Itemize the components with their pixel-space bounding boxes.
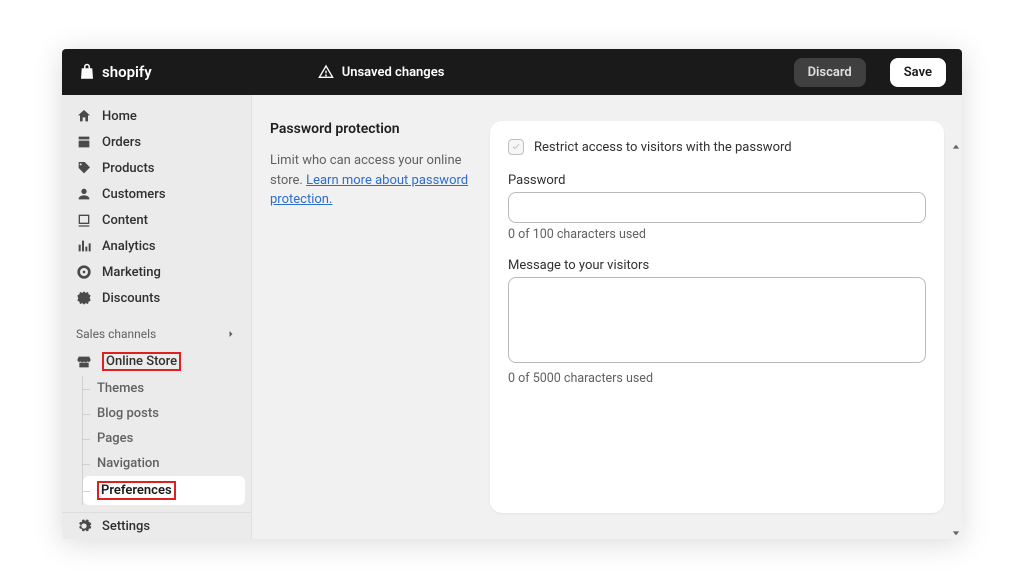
brand-name: shopify xyxy=(102,63,152,81)
section-title: Password protection xyxy=(270,121,470,137)
sidebar-item-content[interactable]: Content xyxy=(62,207,251,233)
sidebar-item-label: Marketing xyxy=(102,265,161,280)
sidebar-item-products[interactable]: Products xyxy=(62,155,251,181)
section-desc-text: Limit who can access your online store. … xyxy=(270,151,470,210)
sidebar-item-settings[interactable]: Settings xyxy=(62,513,251,539)
sub-item-preferences[interactable]: Preferences xyxy=(83,476,245,505)
sidebar-item-label: Customers xyxy=(102,187,166,202)
sub-item-blog-posts[interactable]: Blog posts xyxy=(83,401,251,426)
marketing-icon xyxy=(76,264,92,280)
sidebar-item-home[interactable]: Home xyxy=(62,103,251,129)
sub-item-navigation[interactable]: Navigation xyxy=(83,451,251,476)
analytics-icon xyxy=(76,238,92,254)
warning-icon xyxy=(318,64,334,80)
sidebar-item-online-store[interactable]: Online Store xyxy=(62,347,251,376)
message-char-counter: 0 of 5000 characters used xyxy=(508,371,926,386)
section-label: Sales channels xyxy=(76,327,156,341)
sidebar-item-label: Content xyxy=(102,213,148,228)
sub-item-themes[interactable]: Themes xyxy=(83,376,251,401)
chevron-right-icon xyxy=(225,328,237,340)
password-char-counter: 0 of 100 characters used xyxy=(508,227,926,242)
sidebar-item-customers[interactable]: Customers xyxy=(62,181,251,207)
password-field-label: Password xyxy=(508,173,926,188)
section-description: Password protection Limit who can access… xyxy=(270,121,470,513)
sidebar-item-label: Settings xyxy=(102,519,150,534)
shopify-bag-icon xyxy=(78,62,96,82)
topbar: shopify Unsaved changes Discard Save xyxy=(62,49,962,95)
store-icon xyxy=(76,354,92,370)
products-icon xyxy=(76,160,92,176)
sales-channels-header[interactable]: Sales channels xyxy=(62,321,251,347)
password-protection-card: Restrict access to visitors with the pas… xyxy=(490,121,944,513)
sidebar-item-analytics[interactable]: Analytics xyxy=(62,233,251,259)
sidebar-item-label: Orders xyxy=(102,135,141,150)
password-input[interactable] xyxy=(508,192,926,223)
scroll-up-arrow-icon[interactable] xyxy=(952,143,960,151)
sidebar-item-label: Discounts xyxy=(102,291,160,306)
sidebar-item-label: Products xyxy=(102,161,154,176)
scroll-down-arrow-icon[interactable] xyxy=(952,529,960,537)
home-icon xyxy=(76,108,92,124)
sidebar: Home Orders Products Customers Content A… xyxy=(62,95,252,539)
content-icon xyxy=(76,212,92,228)
sidebar-item-discounts[interactable]: Discounts xyxy=(62,285,251,311)
unsaved-changes-indicator: Unsaved changes xyxy=(318,64,445,80)
save-button[interactable]: Save xyxy=(890,58,946,87)
brand-logo: shopify xyxy=(78,62,152,82)
main-content: Password protection Limit who can access… xyxy=(252,95,962,539)
message-field-label: Message to your visitors xyxy=(508,258,926,273)
sidebar-item-label: Home xyxy=(102,109,137,124)
orders-icon xyxy=(76,134,92,150)
unsaved-label: Unsaved changes xyxy=(342,65,445,80)
gear-icon xyxy=(76,518,92,534)
restrict-access-label: Restrict access to visitors with the pas… xyxy=(534,140,792,155)
restrict-access-checkbox[interactable] xyxy=(508,139,524,155)
check-icon xyxy=(511,142,521,152)
sub-item-pages[interactable]: Pages xyxy=(83,426,251,451)
sidebar-item-marketing[interactable]: Marketing xyxy=(62,259,251,285)
restrict-access-row: Restrict access to visitors with the pas… xyxy=(508,139,926,155)
message-textarea[interactable] xyxy=(508,277,926,363)
customers-icon xyxy=(76,186,92,202)
discard-button[interactable]: Discard xyxy=(794,58,866,87)
sidebar-item-label: Analytics xyxy=(102,239,156,254)
sidebar-item-orders[interactable]: Orders xyxy=(62,129,251,155)
online-store-submenu: Themes Blog posts Pages Navigation Prefe… xyxy=(82,376,251,505)
discounts-icon xyxy=(76,290,92,306)
online-store-label: Online Store xyxy=(102,352,181,371)
